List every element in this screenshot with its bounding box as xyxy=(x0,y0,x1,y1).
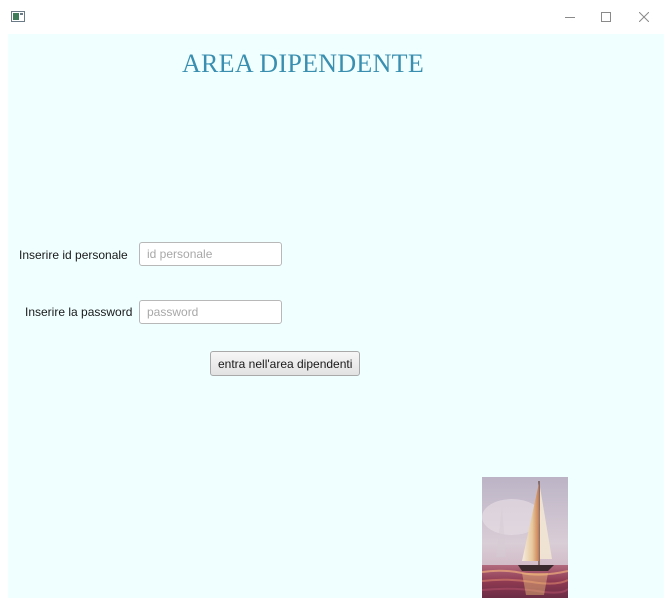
password-label: Inserire la password xyxy=(25,305,133,319)
main-panel: AREA DIPENDENTE Inserire id personale In… xyxy=(8,34,664,598)
id-label: Inserire id personale xyxy=(19,248,128,262)
maximize-icon xyxy=(601,12,611,22)
close-icon xyxy=(639,12,649,22)
enter-employee-area-button[interactable]: entra nell'area dipendenti xyxy=(210,351,361,376)
page-title: AREA DIPENDENTE xyxy=(181,49,425,78)
maximize-button[interactable] xyxy=(586,0,626,34)
minimize-icon xyxy=(565,17,575,18)
close-button[interactable] xyxy=(624,0,664,34)
window-titlebar xyxy=(0,0,664,34)
password-input[interactable] xyxy=(139,300,282,324)
minimize-button[interactable] xyxy=(550,0,590,34)
id-input[interactable] xyxy=(139,242,282,266)
sailboat-painting xyxy=(482,477,568,598)
app-icon xyxy=(11,11,25,22)
